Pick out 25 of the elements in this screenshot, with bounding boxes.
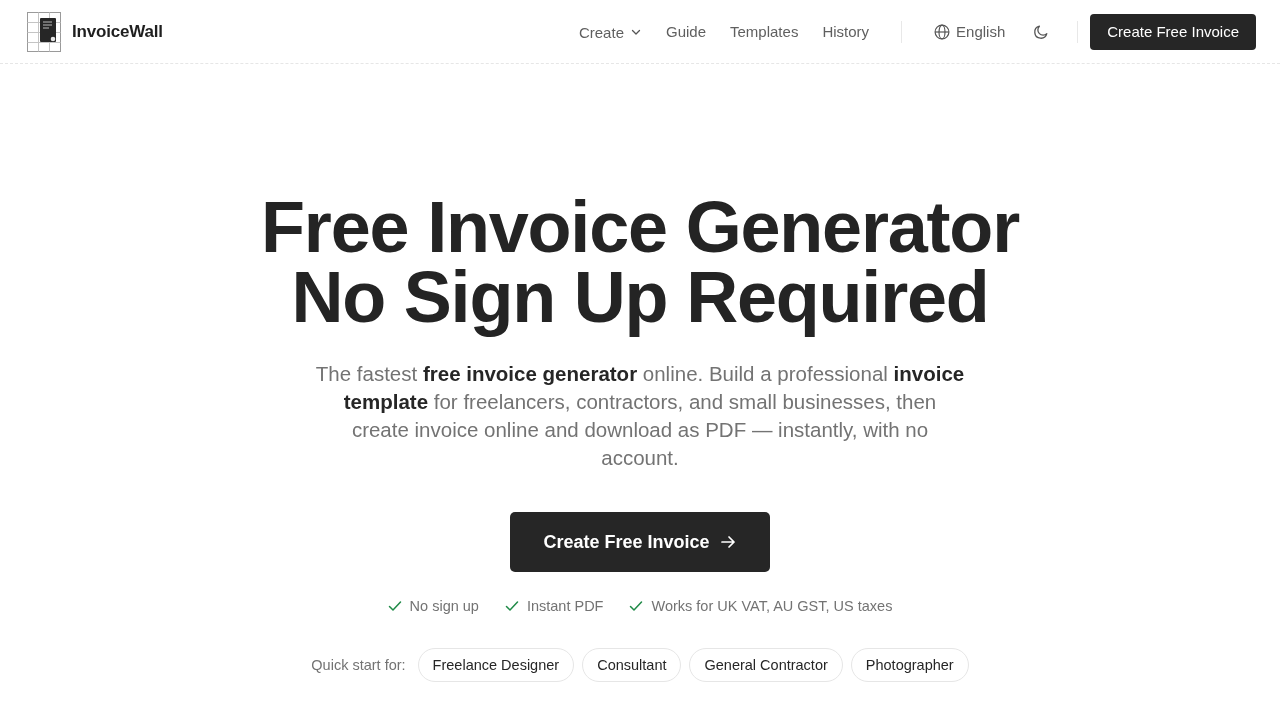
- moon-icon[interactable]: [1033, 23, 1050, 40]
- quick-start-label: Quick start for:: [311, 657, 406, 673]
- nav-link[interactable]: Guide: [666, 21, 706, 42]
- logo-icon[interactable]: [27, 11, 61, 52]
- language-button[interactable]: English: [934, 23, 1006, 40]
- feature-text: No sign up: [409, 598, 479, 614]
- quick-start-option[interactable]: Freelance Designer: [417, 648, 575, 682]
- nav-link[interactable]: Templates: [730, 21, 799, 42]
- quick-start-option[interactable]: Photographer: [850, 648, 969, 682]
- hero-description: The fastest free invoice generator online. Build a professional invoice template for freelancers, contractors, and small businesses, then create invoice online and download as PDF — instantly, with no account.: [315, 361, 965, 471]
- quick-start-option[interactable]: Consultant: [582, 648, 682, 682]
- arrow-right-icon: [718, 533, 737, 551]
- create-menu-button[interactable]: Create: [578, 20, 642, 43]
- brand-name[interactable]: InvoiceWall: [72, 21, 163, 42]
- feature-text: Works for UK VAT, AU GST, US taxes: [651, 598, 893, 614]
- globe-icon: [934, 23, 951, 40]
- create-invoice-button[interactable]: Create Free Invoice: [1090, 13, 1256, 50]
- nav-link[interactable]: History: [822, 21, 870, 42]
- create-invoice-button[interactable]: Create Free Invoice: [510, 512, 770, 572]
- quick-start-option[interactable]: General Contractor: [689, 648, 843, 682]
- feature-text: Instant PDF: [526, 598, 604, 614]
- check-icon: [629, 599, 644, 613]
- hero-title: Free Invoice Generator No Sign Up Required: [261, 192, 1019, 339]
- check-icon: [387, 599, 402, 613]
- check-icon: [504, 599, 519, 613]
